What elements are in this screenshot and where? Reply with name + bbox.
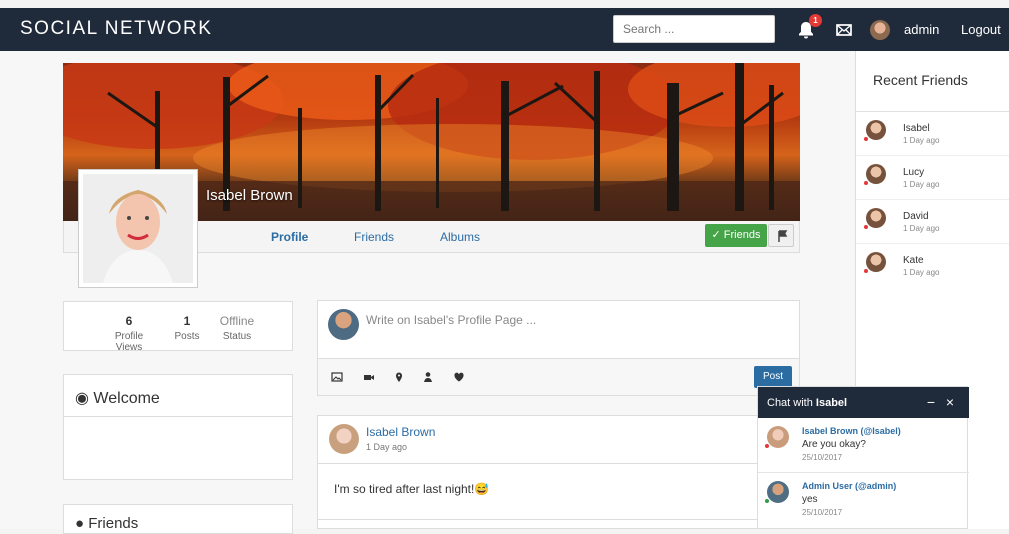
chat-title: Chat with Isabel [767, 397, 848, 409]
message-text: yes [802, 494, 818, 505]
friend-name: Isabel [903, 123, 930, 134]
chat-window: Chat with Isabel − × Isabel Brown (@Isab… [757, 386, 969, 529]
friend-avatar [866, 120, 886, 140]
post-text: I'm so tired after last night!😅 [334, 482, 490, 496]
heart-icon[interactable] [453, 371, 465, 383]
mail-icon[interactable] [836, 23, 852, 37]
friend-name: Kate [903, 255, 924, 266]
brand-logo[interactable]: SOCIAL NETWORK [20, 18, 212, 40]
post-button[interactable]: Post [754, 366, 792, 388]
friend-name: David [903, 211, 929, 222]
flag-icon [778, 230, 788, 242]
post-author-avatar[interactable] [329, 424, 359, 454]
globe-icon: ◉ [75, 390, 89, 407]
recent-friend-kate[interactable]: Kate 1 Day ago [856, 244, 1009, 288]
message-avatar [767, 481, 789, 503]
profile-views-stat: 6 Profile Views [114, 314, 144, 353]
profile-content: Isabel Brown Profile Friends Albums ✓ Fr… [0, 51, 855, 534]
composer-toolbar: Post [318, 358, 799, 395]
friend-time: 1 Day ago [903, 136, 940, 145]
profile-name: Isabel Brown [206, 187, 293, 204]
current-user-avatar [328, 309, 359, 340]
friend-time: 1 Day ago [903, 268, 940, 277]
top-navbar: SOCIAL NETWORK 1 admin Logout [0, 8, 1009, 51]
report-flag-button[interactable] [768, 224, 794, 247]
search-input[interactable] [613, 15, 775, 43]
welcome-divider [64, 416, 292, 417]
close-chat-button[interactable]: × [944, 394, 956, 410]
post-author[interactable]: Isabel Brown [366, 425, 435, 439]
post-composer: Write on Isabel's Profile Page ... Post [317, 300, 800, 396]
post-divider [318, 463, 799, 464]
tab-profile[interactable]: Profile [271, 230, 308, 244]
message-user[interactable]: Admin User (@admin) [802, 481, 896, 491]
welcome-panel: ◉ Welcome [63, 374, 293, 480]
offline-status-dot [765, 444, 769, 448]
status-stat: Offline Status [219, 314, 255, 342]
message-user[interactable]: Isabel Brown (@Isabel) [802, 426, 901, 436]
recent-friend-isabel[interactable]: Isabel 1 Day ago [856, 112, 1009, 156]
chat-message: Admin User (@admin) yes 25/10/2017 [758, 474, 969, 528]
timeline-post: Isabel Brown 1 Day ago I'm so tired afte… [317, 415, 800, 529]
profile-picture[interactable] [79, 170, 197, 287]
user-icon: ● [75, 515, 85, 532]
logout-link[interactable]: Logout [961, 22, 1001, 37]
offline-status-dot [864, 181, 868, 185]
friends-panel-title: ● Friends [75, 515, 139, 532]
admin-avatar[interactable] [870, 20, 890, 40]
photo-icon[interactable] [331, 371, 343, 383]
message-avatar [767, 426, 789, 448]
recent-friends-title: Recent Friends [873, 72, 968, 88]
friend-name: Lucy [903, 167, 925, 178]
offline-status-dot [864, 269, 868, 273]
chat-header: Chat with Isabel − × [758, 387, 969, 418]
tab-albums[interactable]: Albums [440, 230, 480, 244]
post-input[interactable]: Write on Isabel's Profile Page ... [366, 313, 536, 327]
post-footer-divider [318, 519, 799, 520]
tab-friends[interactable]: Friends [354, 230, 394, 244]
friend-avatar [866, 208, 886, 228]
welcome-title: ◉ Welcome [75, 390, 160, 407]
chat-message: Isabel Brown (@Isabel) Are you okay? 25/… [758, 419, 969, 473]
message-divider [758, 472, 969, 473]
friends-panel: ● Friends [63, 504, 293, 534]
friend-avatar [866, 252, 886, 272]
offline-status-dot [864, 137, 868, 141]
profile-face-illustration [83, 174, 193, 283]
message-text: Are you okay? [802, 439, 866, 450]
friend-time: 1 Day ago [903, 224, 940, 233]
online-status-dot [765, 499, 769, 503]
recent-friend-lucy[interactable]: Lucy 1 Day ago [856, 156, 1009, 200]
profile-stats: 6 Profile Views 1 Posts Offline Status [63, 301, 293, 353]
posts-stat: 1 Posts [174, 314, 200, 342]
location-icon[interactable] [393, 371, 405, 383]
recent-friend-david[interactable]: David 1 Day ago [856, 200, 1009, 244]
video-icon[interactable] [363, 371, 375, 383]
message-date: 25/10/2017 [802, 508, 843, 517]
admin-username[interactable]: admin [904, 22, 939, 37]
friend-time: 1 Day ago [903, 180, 940, 189]
minimize-chat-button[interactable]: − [925, 394, 937, 410]
friend-avatar [866, 164, 886, 184]
post-time: 1 Day ago [366, 442, 408, 452]
notification-count-badge: 1 [809, 14, 822, 27]
tag-user-icon[interactable] [422, 371, 434, 383]
message-date: 25/10/2017 [802, 453, 843, 462]
friends-button[interactable]: ✓ Friends [705, 224, 767, 247]
offline-status-dot [864, 225, 868, 229]
